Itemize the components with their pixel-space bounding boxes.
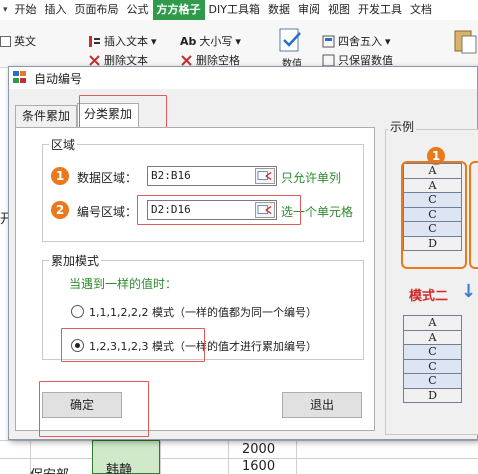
chevron-down-icon[interactable]: ▾ (0, 5, 11, 15)
delete-text-icon (89, 54, 100, 66)
menu-review[interactable]: 审阅 (294, 0, 324, 20)
mode-prompt: 当遇到一样的值时： (69, 277, 178, 291)
cell-2000[interactable]: 2000 (242, 442, 275, 457)
example-bottom-table: AACCCD (403, 315, 462, 403)
region-group: 区域 1 数据区域： B2:B16 只允许单列 2 编号区域： D2:D16 选… (42, 136, 364, 242)
highlight-mode-option (61, 328, 205, 362)
screen: ▾ 开始 插入 页面布局 公式 方方格子 DIY工具箱 数据 审阅 视图 开发工… (0, 0, 478, 474)
example-cell: C (403, 358, 462, 374)
insert-text-icon (89, 35, 100, 47)
checkbox-icon[interactable] (0, 35, 11, 47)
ribbon-english[interactable]: 英文 (0, 33, 36, 49)
auto-number-dialog: 自动编号 条件累加 分类累加 区域 1 数据区域： B2:B16 只允许单列 2… (8, 66, 478, 440)
delete-space-icon (181, 54, 192, 66)
clipboard-icon[interactable] (450, 26, 478, 56)
insert-text-button[interactable]: 插入文本 ▾ (88, 33, 157, 49)
delete-text-button[interactable]: 删除文本 (88, 53, 148, 67)
menu-developer[interactable]: 开发工具 (354, 0, 406, 20)
example-cell: C (403, 373, 462, 389)
down-arrow-icon: ↓ (461, 281, 477, 302)
menu-fangfang[interactable]: 方方格子 (152, 0, 205, 20)
delete-space-label: 删除空格 (196, 54, 240, 67)
tab-conditional-sum[interactable]: 条件累加 (15, 105, 78, 127)
menu-insert[interactable]: 插入 (41, 0, 71, 20)
data-range-picker-button[interactable] (255, 168, 275, 184)
example-row: A (403, 329, 462, 345)
exit-button[interactable]: 退出 (282, 392, 362, 418)
example-cell: D (403, 387, 462, 403)
keep-value-label: 只保留数值 (338, 54, 393, 67)
dialog-titlebar[interactable]: 自动编号 (9, 67, 477, 89)
round-icon (322, 35, 335, 47)
cell-name[interactable]: 韩静 (106, 459, 132, 474)
case-button[interactable]: Ab 大小写 ▾ (180, 33, 241, 49)
menu-document[interactable]: 文档 (406, 0, 436, 20)
mode-group: 累加模式 当遇到一样的值时： 1,1,1,2,2,2 模式（一样的值都为同一个编… (42, 252, 364, 362)
menu-data[interactable]: 数据 (264, 0, 294, 20)
app-icon (13, 71, 29, 85)
badge-2: 2 (51, 201, 69, 219)
data-range-label: 数据区域： (77, 171, 138, 185)
ribbon: 英文 插入文本 ▾ 删除文本 Ab 大小写 ▾ 删除空格 数值 四舍五入 ▾ 只… (0, 20, 478, 68)
menu-home[interactable]: 开始 (11, 0, 41, 20)
region-legend: 区域 (49, 136, 78, 153)
data-range-hint: 只允许单列 (281, 171, 342, 185)
highlight-number-range (137, 195, 301, 225)
example-row: C (403, 373, 462, 389)
cell-department[interactable]: 保安部 (30, 464, 69, 474)
round-label: 四舍五入 (338, 35, 382, 48)
chevron-down-icon: ▾ (235, 34, 241, 48)
mode-option-1-radio[interactable] (71, 305, 84, 318)
example-row: C (403, 344, 462, 360)
example-cell: C (403, 344, 462, 360)
example-legend: 示例 (388, 118, 417, 135)
mode-option-1-label[interactable]: 1,1,1,2,2,2 模式（一样的值都为同一个编号） (89, 304, 317, 320)
delete-text-label: 删除文本 (104, 54, 148, 67)
range-picker-icon (257, 171, 272, 181)
english-label: 英文 (14, 35, 36, 48)
highlight-ok (39, 381, 149, 437)
menu-view[interactable]: 视图 (324, 0, 354, 20)
example-mode-label: 模式二 (409, 289, 449, 304)
highlight-tab (79, 95, 167, 131)
delete-space-button[interactable]: 删除空格 (180, 53, 240, 67)
menu-bar: ▾ 开始 插入 页面布局 公式 方方格子 DIY工具箱 数据 审阅 视图 开发工… (0, 0, 478, 20)
chevron-down-icon: ▾ (385, 34, 391, 48)
number-range-label: 编号区域： (77, 205, 138, 219)
menu-page-layout[interactable]: 页面布局 (71, 0, 123, 20)
example-row: D (403, 387, 462, 403)
cell-1600[interactable]: 1600 (242, 459, 275, 474)
insert-text-label: 插入文本 (104, 35, 148, 48)
example-cell: A (403, 329, 462, 345)
menu-diy-toolbox[interactable]: DIY工具箱 (205, 0, 264, 20)
example-cell: A (403, 315, 462, 331)
keep-value-button[interactable]: 只保留数值 (322, 53, 393, 67)
mode-legend: 累加模式 (49, 252, 102, 269)
example-ring-2 (469, 161, 478, 269)
chevron-down-icon: ▾ (151, 34, 157, 48)
menu-formula[interactable]: 公式 (123, 0, 153, 20)
keep-value-icon (322, 54, 335, 66)
example-row: C (403, 358, 462, 374)
example-row: A (403, 315, 462, 331)
number-icon[interactable] (276, 26, 306, 56)
round-button[interactable]: 四舍五入 ▾ (322, 33, 391, 49)
badge-1: 1 (51, 167, 69, 185)
case-label: 大小写 (199, 35, 233, 48)
example-ring (401, 161, 467, 269)
case-icon: Ab (180, 34, 197, 48)
dialog-title: 自动编号 (34, 71, 83, 86)
